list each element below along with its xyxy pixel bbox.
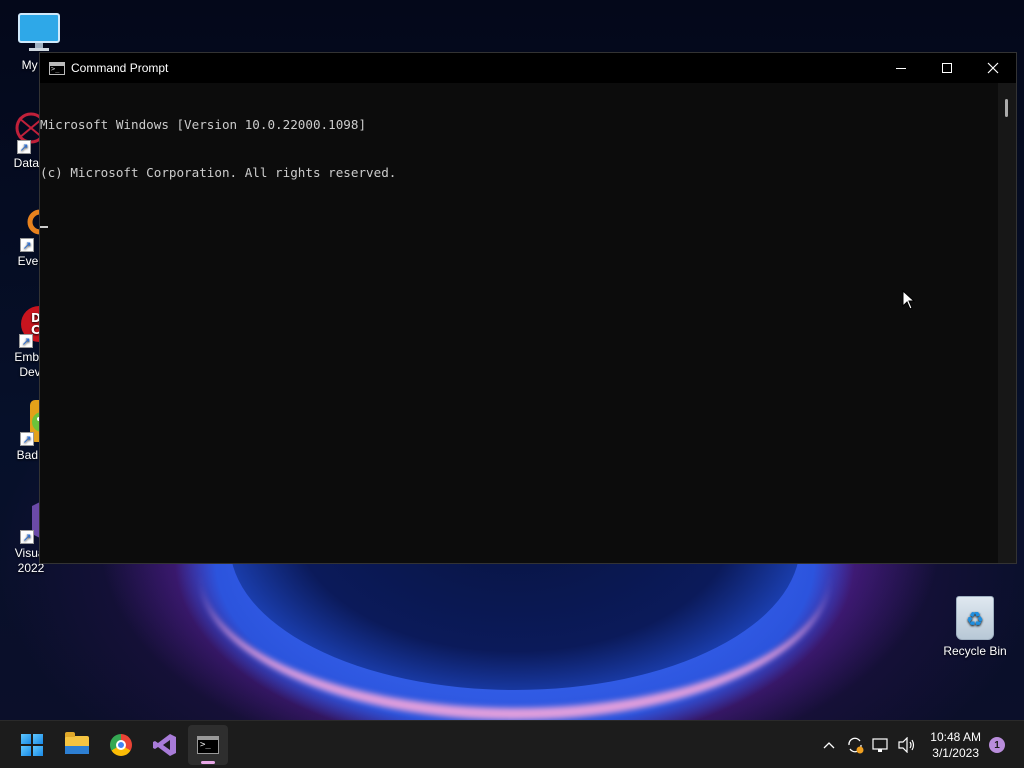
speaker-icon — [898, 737, 915, 753]
window-titlebar[interactable]: Command Prompt — [40, 53, 1016, 83]
taskbar-file-explorer[interactable] — [57, 725, 97, 765]
minimize-icon — [896, 67, 906, 69]
clock-date: 3/1/2023 — [932, 746, 979, 760]
taskbar-command-prompt[interactable] — [188, 725, 228, 765]
maximize-icon — [942, 63, 952, 73]
windows-start-icon — [21, 734, 43, 756]
text-cursor — [40, 226, 48, 228]
sync-status-button[interactable] — [843, 733, 867, 757]
monitor-icon — [17, 10, 61, 54]
terminal-icon — [197, 736, 219, 754]
maximize-button[interactable] — [924, 53, 970, 83]
chrome-icon — [110, 734, 132, 756]
shortcut-arrow-icon: ↗ — [17, 140, 31, 154]
recycle-bin-icon: ♻ — [956, 596, 994, 640]
visual-studio-icon — [153, 734, 176, 756]
start-button[interactable] — [12, 725, 52, 765]
desktop-icon-recycle-bin[interactable]: ♻ Recycle Bin — [937, 596, 1013, 658]
command-prompt-window[interactable]: Command Prompt Microsoft Windows [Versio… — [39, 52, 1017, 564]
recycle-bin-label: Recycle Bin — [943, 644, 1007, 658]
shortcut-arrow-icon: ↗ — [20, 530, 34, 544]
shortcut-arrow-icon: ↗ — [20, 238, 34, 252]
taskbar-visual-studio[interactable] — [145, 725, 185, 765]
console-output[interactable]: Microsoft Windows [Version 10.0.22000.10… — [40, 83, 998, 563]
minimize-button[interactable] — [878, 53, 924, 83]
network-button[interactable] — [869, 733, 893, 757]
shortcut-arrow-icon: ↗ — [20, 432, 34, 446]
notification-badge[interactable]: 1 — [989, 737, 1005, 753]
chevron-up-icon — [823, 742, 835, 749]
console-line: (c) Microsoft Corporation. All rights re… — [40, 165, 397, 180]
mouse-pointer-icon — [902, 290, 916, 310]
window-title: Command Prompt — [71, 61, 169, 75]
network-icon — [872, 738, 888, 752]
volume-button[interactable] — [895, 733, 919, 757]
active-app-indicator — [201, 761, 215, 764]
show-hidden-icons-button[interactable] — [817, 733, 841, 757]
scrollbar-thumb[interactable] — [1005, 99, 1008, 117]
folder-icon — [65, 732, 89, 754]
vertical-scrollbar[interactable] — [998, 83, 1016, 563]
close-button[interactable] — [970, 53, 1016, 83]
shortcut-arrow-icon: ↗ — [19, 334, 33, 348]
taskbar: 10:48 AM 3/1/2023 1 — [0, 720, 1024, 768]
taskbar-chrome[interactable] — [101, 725, 141, 765]
clock[interactable]: 10:48 AM 3/1/2023 — [930, 729, 981, 761]
cmd-icon — [49, 61, 65, 75]
sync-icon — [848, 737, 864, 754]
console-line: Microsoft Windows [Version 10.0.22000.10… — [40, 117, 367, 132]
clock-time: 10:48 AM — [930, 730, 981, 744]
close-icon — [987, 62, 999, 74]
system-tray: 10:48 AM 3/1/2023 1 — [816, 721, 1024, 768]
